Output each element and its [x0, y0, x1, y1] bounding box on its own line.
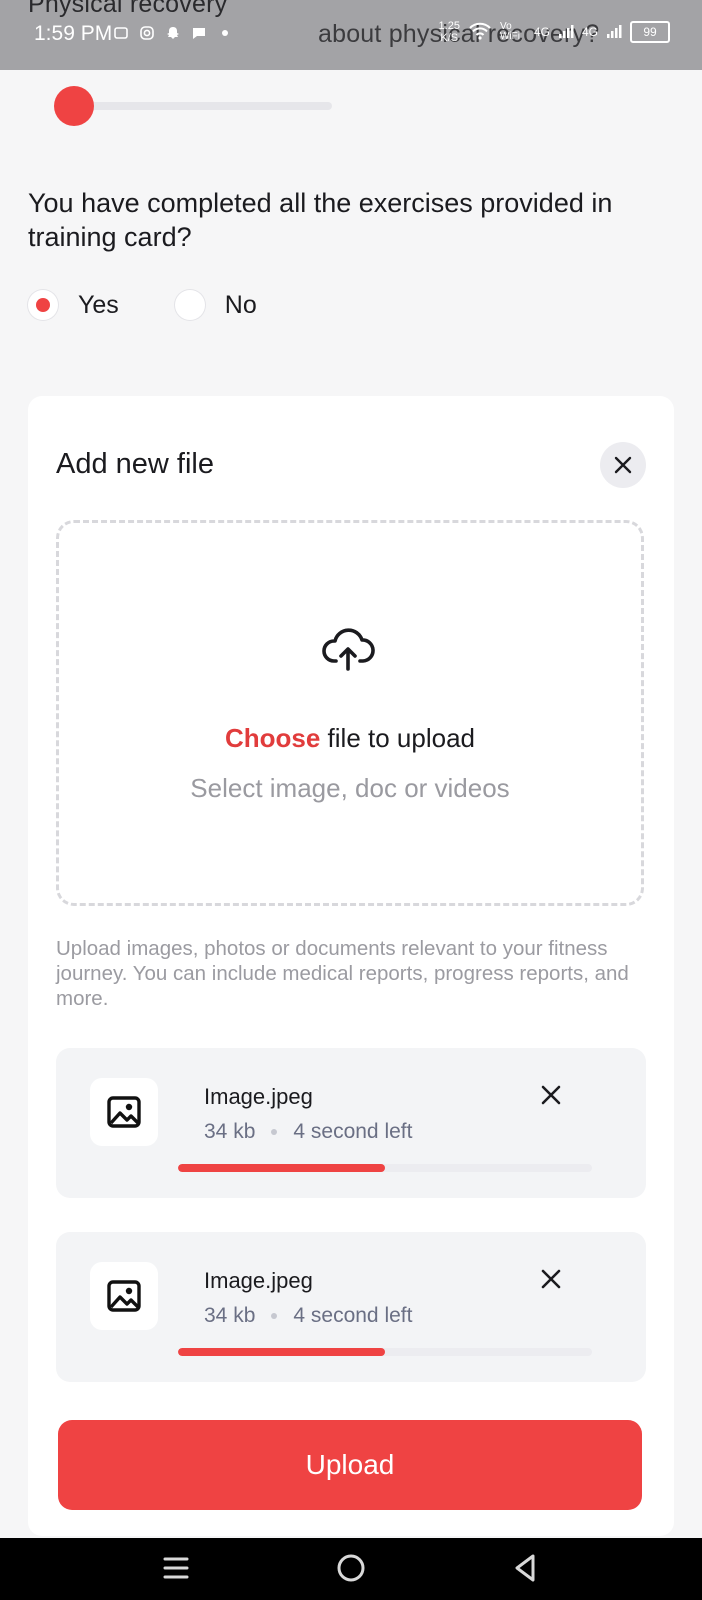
close-icon: [541, 1269, 561, 1289]
radio-no[interactable]: [174, 290, 205, 320]
radio-yes-label[interactable]: Yes: [78, 291, 119, 320]
status-bar: Physical recovery about physical recover…: [0, 0, 702, 70]
radio-yes[interactable]: [28, 290, 58, 320]
behind-page-title: Physical recovery: [28, 0, 228, 18]
radio-group: Yes No: [28, 290, 257, 320]
cloud-upload-icon: [322, 628, 375, 671]
signal-icon: [558, 23, 574, 42]
upload-progress-fill: [178, 1348, 385, 1356]
file-meta: 34 kb 4 second left: [204, 1304, 412, 1328]
recent-apps-button[interactable]: [158, 1550, 194, 1586]
meta-separator: [271, 1313, 278, 1319]
system-status: 1.25 K/S Vo WiFi 4G 4G 99: [439, 20, 670, 44]
image-icon: [107, 1096, 141, 1128]
remove-file-button[interactable]: [538, 1266, 564, 1292]
file-time-left: 4 second left: [293, 1120, 413, 1143]
home-button[interactable]: [333, 1550, 369, 1586]
choose-link[interactable]: Choose: [225, 723, 320, 753]
system-nav-bar: [0, 1538, 702, 1600]
file-item: Image.jpeg 34 kb 4 second left: [56, 1048, 646, 1198]
signal-icon: [606, 23, 622, 42]
radio-no-label[interactable]: No: [225, 291, 257, 320]
image-icon: [107, 1280, 141, 1312]
file-thumbnail: [90, 1078, 158, 1146]
battery-icon: 99: [630, 21, 670, 43]
upload-progress: [178, 1164, 592, 1172]
chat-icon: [190, 24, 208, 42]
net-speed-value: 1.25: [438, 20, 460, 32]
back-icon: [515, 1554, 535, 1582]
wifi-calling-label: Vo WiFi: [499, 21, 520, 42]
upload-progress-fill: [178, 1164, 385, 1172]
card-title: Add new file: [56, 448, 214, 480]
status-time: 1:59 PM: [34, 22, 113, 45]
dropzone-subtitle: Select image, doc or videos: [190, 773, 510, 803]
file-time-left: 4 second left: [293, 1304, 413, 1327]
meta-separator: [271, 1129, 278, 1135]
instagram-icon: [138, 24, 156, 42]
recent-apps-icon: [163, 1557, 189, 1579]
slider-thumb[interactable]: [54, 86, 94, 126]
dot-icon: [216, 24, 234, 42]
net-speed-unit: K/S: [440, 32, 459, 44]
close-button[interactable]: [600, 442, 646, 488]
upload-progress: [178, 1348, 592, 1356]
close-icon: [614, 456, 632, 474]
upload-button[interactable]: Upload: [58, 1420, 642, 1510]
file-size: 34 kb: [204, 1304, 256, 1327]
file-meta: 34 kb 4 second left: [204, 1120, 412, 1144]
file-dropzone[interactable]: Choose file to upload Select image, doc …: [56, 520, 644, 906]
file-name: Image.jpeg: [204, 1268, 313, 1293]
question-text: You have completed all the exercises pro…: [28, 188, 613, 252]
choose-rest: file to upload: [320, 723, 475, 753]
file-thumbnail: [90, 1262, 158, 1330]
slider-track[interactable]: [74, 102, 332, 110]
file-name: Image.jpeg: [204, 1084, 313, 1109]
back-button[interactable]: [507, 1550, 543, 1586]
add-file-card: Add new file Choose file to upload Selec…: [28, 396, 674, 1536]
network-label-1: 4G: [533, 25, 550, 39]
wifi-icon: [468, 22, 492, 43]
help-text: Upload images, photos or documents relev…: [56, 937, 629, 1010]
net-speed: 1.25 K/S: [439, 20, 460, 44]
snapchat-icon: [164, 24, 182, 42]
notification-icon: [112, 24, 130, 42]
notification-icons: [112, 24, 234, 42]
close-icon: [541, 1085, 561, 1105]
file-size: 34 kb: [204, 1120, 256, 1143]
file-item: Image.jpeg 34 kb 4 second left: [56, 1232, 646, 1382]
network-label-2: 4G: [581, 25, 598, 39]
home-icon: [337, 1554, 365, 1582]
choose-file-text[interactable]: Choose file to upload: [59, 723, 641, 754]
remove-file-button[interactable]: [538, 1082, 564, 1108]
